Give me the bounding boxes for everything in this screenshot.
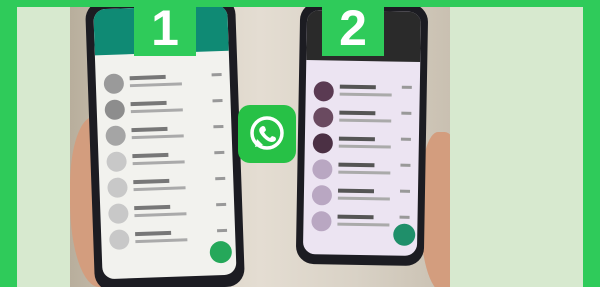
chat-row <box>305 104 419 132</box>
new-chat-fab <box>209 240 233 264</box>
chat-row <box>304 156 418 184</box>
chat-row <box>306 78 420 106</box>
chat-row <box>304 182 418 210</box>
badge-two: 2 <box>322 0 384 56</box>
chat-row <box>305 130 419 158</box>
whatsapp-logo-icon <box>238 105 296 163</box>
badge-one: 1 <box>134 0 196 56</box>
new-chat-fab <box>393 223 416 246</box>
image-frame: 1 2 <box>0 0 600 287</box>
